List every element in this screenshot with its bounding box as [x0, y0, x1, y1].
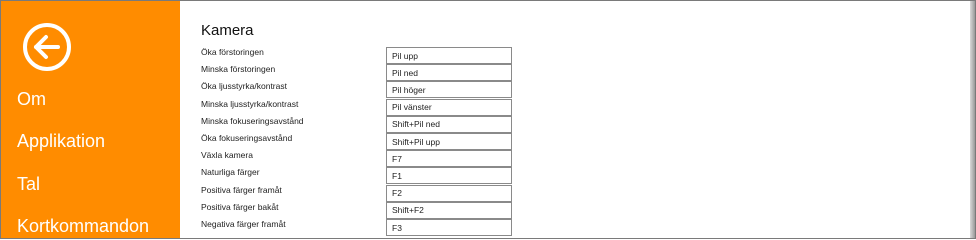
shortcut-row: Minska ljusstyrka/kontrast: [201, 98, 521, 116]
shortcut-row: Öka förstoringen: [201, 47, 521, 64]
app-window: Om Applikation Tal Kortkommandon Kamera …: [0, 0, 976, 239]
shortcut-label: Positiva färger bakåt: [201, 201, 279, 212]
shortcut-input[interactable]: [386, 115, 512, 133]
shortcut-input[interactable]: [386, 167, 512, 185]
shortcut-row: Positiva färger framåt: [201, 184, 521, 202]
shortcut-row: Minska förstoringen: [201, 64, 521, 82]
shortcut-row: Positiva färger bakåt: [201, 201, 521, 219]
section-title: Kamera: [201, 22, 254, 39]
arrow-left-icon: [34, 35, 60, 59]
shortcut-input[interactable]: [386, 133, 512, 150]
shortcut-label: Öka fokuseringsavstånd: [201, 133, 293, 143]
shortcut-row: Minska fokuseringsavstånd: [201, 115, 521, 133]
shortcut-label: Öka ljusstyrka/kontrast: [201, 81, 287, 92]
sidebar: Om Applikation Tal Kortkommandon: [0, 0, 180, 239]
shortcut-row: Naturliga färger: [201, 167, 521, 185]
shortcut-input[interactable]: [386, 98, 512, 116]
shortcut-input[interactable]: [386, 219, 512, 236]
nav-item-kortkommandon[interactable]: Kortkommandon: [17, 215, 149, 237]
nav-item-tal[interactable]: Tal: [17, 173, 40, 195]
shortcut-row: Öka ljusstyrka/kontrast: [201, 81, 521, 99]
shortcut-label: Naturliga färger: [201, 167, 260, 178]
shortcut-input[interactable]: [386, 64, 512, 82]
shortcut-label: Positiva färger framåt: [201, 184, 282, 195]
shortcuts-panel: Kamera Öka förstoringen Minska förstoring…: [180, 0, 976, 239]
nav-item-applikation[interactable]: Applikation: [17, 130, 105, 152]
shortcut-label: Minska fokuseringsavstånd: [201, 115, 304, 126]
shortcut-row: Växla kamera: [201, 150, 521, 168]
window-edge: [970, 0, 976, 239]
shortcut-input[interactable]: [386, 47, 512, 64]
shortcut-row: Öka fokuseringsavstånd: [201, 133, 521, 150]
shortcut-label: Växla kamera: [201, 150, 253, 161]
nav-item-om[interactable]: Om: [17, 88, 46, 110]
shortcut-label: Minska förstoringen: [201, 64, 276, 75]
back-button[interactable]: [23, 23, 71, 71]
shortcut-input[interactable]: [386, 201, 512, 219]
shortcut-label: Minska ljusstyrka/kontrast: [201, 98, 299, 109]
shortcut-input[interactable]: [386, 150, 512, 168]
shortcut-input[interactable]: [386, 184, 512, 202]
shortcut-row: Negativa färger framåt: [201, 219, 521, 236]
shortcut-label: Öka förstoringen: [201, 47, 264, 57]
shortcut-label: Negativa färger framåt: [201, 219, 286, 229]
shortcut-input[interactable]: [386, 81, 512, 99]
